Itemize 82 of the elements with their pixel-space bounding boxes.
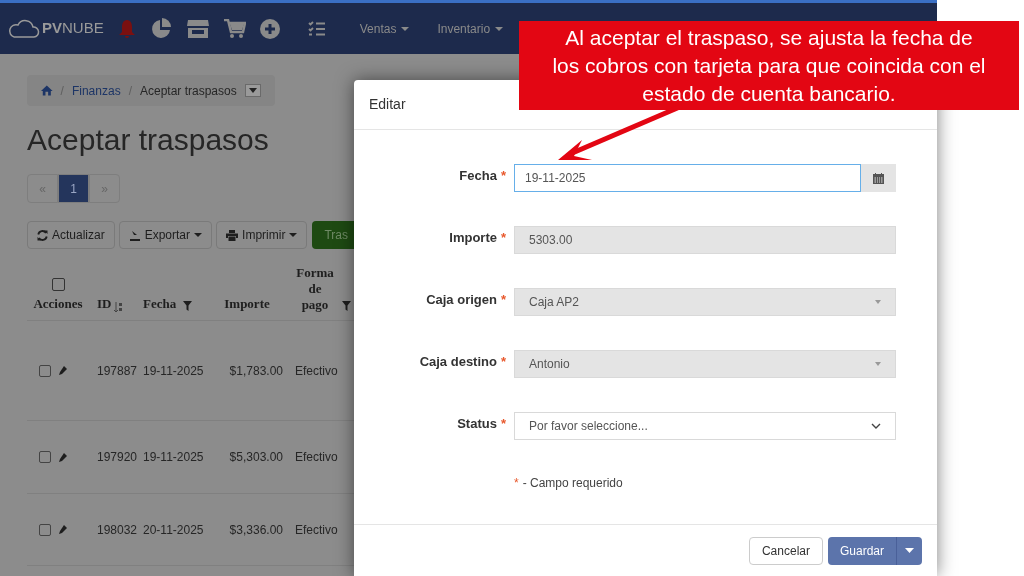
table-cell-text: 20-11-2025	[142, 521, 205, 539]
row-checkbox[interactable]	[39, 451, 51, 463]
table-cell-text: 197887	[96, 362, 135, 380]
field-label: Caja destino	[419, 353, 497, 371]
table-cell-text: 19-11-2025	[142, 449, 205, 466]
table-cell-text: $1,783.00	[228, 362, 284, 380]
refresh-icon	[37, 229, 48, 241]
toolbar-button[interactable]: Actualizar	[27, 221, 115, 249]
field-label: Caja origen	[426, 291, 497, 309]
field-label: Status	[457, 415, 497, 433]
breadcrumb-link[interactable]: Finanzas	[71, 81, 121, 100]
row-checkbox[interactable]	[39, 364, 51, 377]
calendar-icon	[873, 172, 884, 184]
table-cell-text: 19-11-2025	[142, 362, 205, 380]
required-mark: *	[500, 415, 506, 433]
caret-icon	[875, 300, 881, 304]
save-button[interactable]: Guardar	[827, 536, 896, 565]
chevron-down-icon	[871, 423, 881, 429]
filter-icon[interactable]	[342, 301, 351, 311]
cart-icon[interactable]	[223, 18, 246, 39]
field-label: Fecha	[459, 167, 497, 185]
required-mark: *	[500, 291, 506, 309]
required-mark: *	[500, 353, 506, 371]
brand-logo[interactable]: PVNUBE	[42, 17, 104, 40]
checklist-icon[interactable]	[307, 20, 326, 37]
column-header: Fecha	[143, 294, 177, 313]
column-header: Forma de pago	[295, 265, 335, 313]
amount-field[interactable]: 5303.00	[514, 226, 896, 254]
table-cell-text: Efectivo	[294, 521, 339, 539]
breadcrumb-separator: /	[128, 82, 132, 100]
table-cell-text: $5,303.00	[228, 449, 284, 466]
table-cell-text: 198032	[96, 521, 135, 539]
table-cell-text: 197920	[96, 449, 135, 466]
plus-circle-icon[interactable]	[259, 18, 280, 39]
callout-box: Al aceptar el traspaso, se ajusta la fecha de los cobros con tarjeta para que coincida con el estado de cuenta bancario.	[519, 21, 1019, 110]
caret-icon	[289, 233, 298, 237]
toolbar-button[interactable]: Imprimir	[216, 221, 308, 249]
home-icon[interactable]	[41, 85, 53, 96]
caret-icon	[875, 362, 881, 366]
nav-menu[interactable]: Ventas	[359, 19, 410, 38]
select-field: Caja AP2	[514, 288, 896, 316]
table-cell-text: $3,336.00	[228, 521, 284, 539]
caret-icon	[495, 26, 504, 31]
table-cell-text: Efectivo	[294, 362, 339, 380]
printer-icon	[226, 229, 239, 241]
save-options-button[interactable]	[896, 536, 922, 565]
modal-title: Editar	[369, 95, 406, 114]
required-note: - Campo requerido	[522, 475, 623, 492]
pie-chart-icon[interactable]	[149, 17, 172, 40]
calendar-button[interactable]	[861, 164, 896, 192]
required-mark: *	[500, 167, 506, 185]
nav-menu[interactable]: Inventario	[437, 19, 504, 38]
cancel-button[interactable]: Cancelar	[748, 536, 823, 565]
filter-icon[interactable]	[183, 301, 193, 311]
select-all-checkbox[interactable]	[51, 277, 65, 291]
required-mark: *	[500, 229, 506, 247]
caret-icon	[905, 548, 914, 553]
pencil-icon[interactable]	[59, 452, 67, 462]
table-cell-text: Efectivo	[294, 449, 339, 466]
status-select[interactable]: Por favor seleccione...	[514, 412, 896, 440]
required-mark: *	[514, 475, 519, 492]
export-icon	[128, 229, 141, 241]
sort-icon[interactable]	[114, 302, 124, 313]
row-checkbox[interactable]	[39, 523, 51, 536]
page-title: Aceptar traspasos	[27, 122, 269, 158]
pencil-icon[interactable]	[59, 366, 67, 375]
column-header: Importe	[224, 294, 270, 313]
date-field[interactable]: 19-11-2025	[514, 164, 861, 192]
dropdown-toggle[interactable]	[244, 84, 261, 97]
toolbar-button[interactable]: Exportar	[118, 221, 213, 249]
pagination-button[interactable]: 1	[58, 174, 89, 203]
column-header: Acciones	[33, 294, 83, 313]
caret-icon	[401, 26, 410, 31]
column-header: ID	[97, 294, 112, 313]
breadcrumb-separator: /	[60, 82, 64, 100]
cloud-logo-icon	[8, 18, 40, 39]
pencil-icon[interactable]	[59, 525, 67, 534]
store-icon[interactable]	[185, 18, 210, 39]
caret-icon	[248, 88, 257, 93]
select-field: Antonio	[514, 350, 896, 378]
caret-icon	[194, 233, 203, 237]
field-label: Importe	[449, 229, 497, 247]
